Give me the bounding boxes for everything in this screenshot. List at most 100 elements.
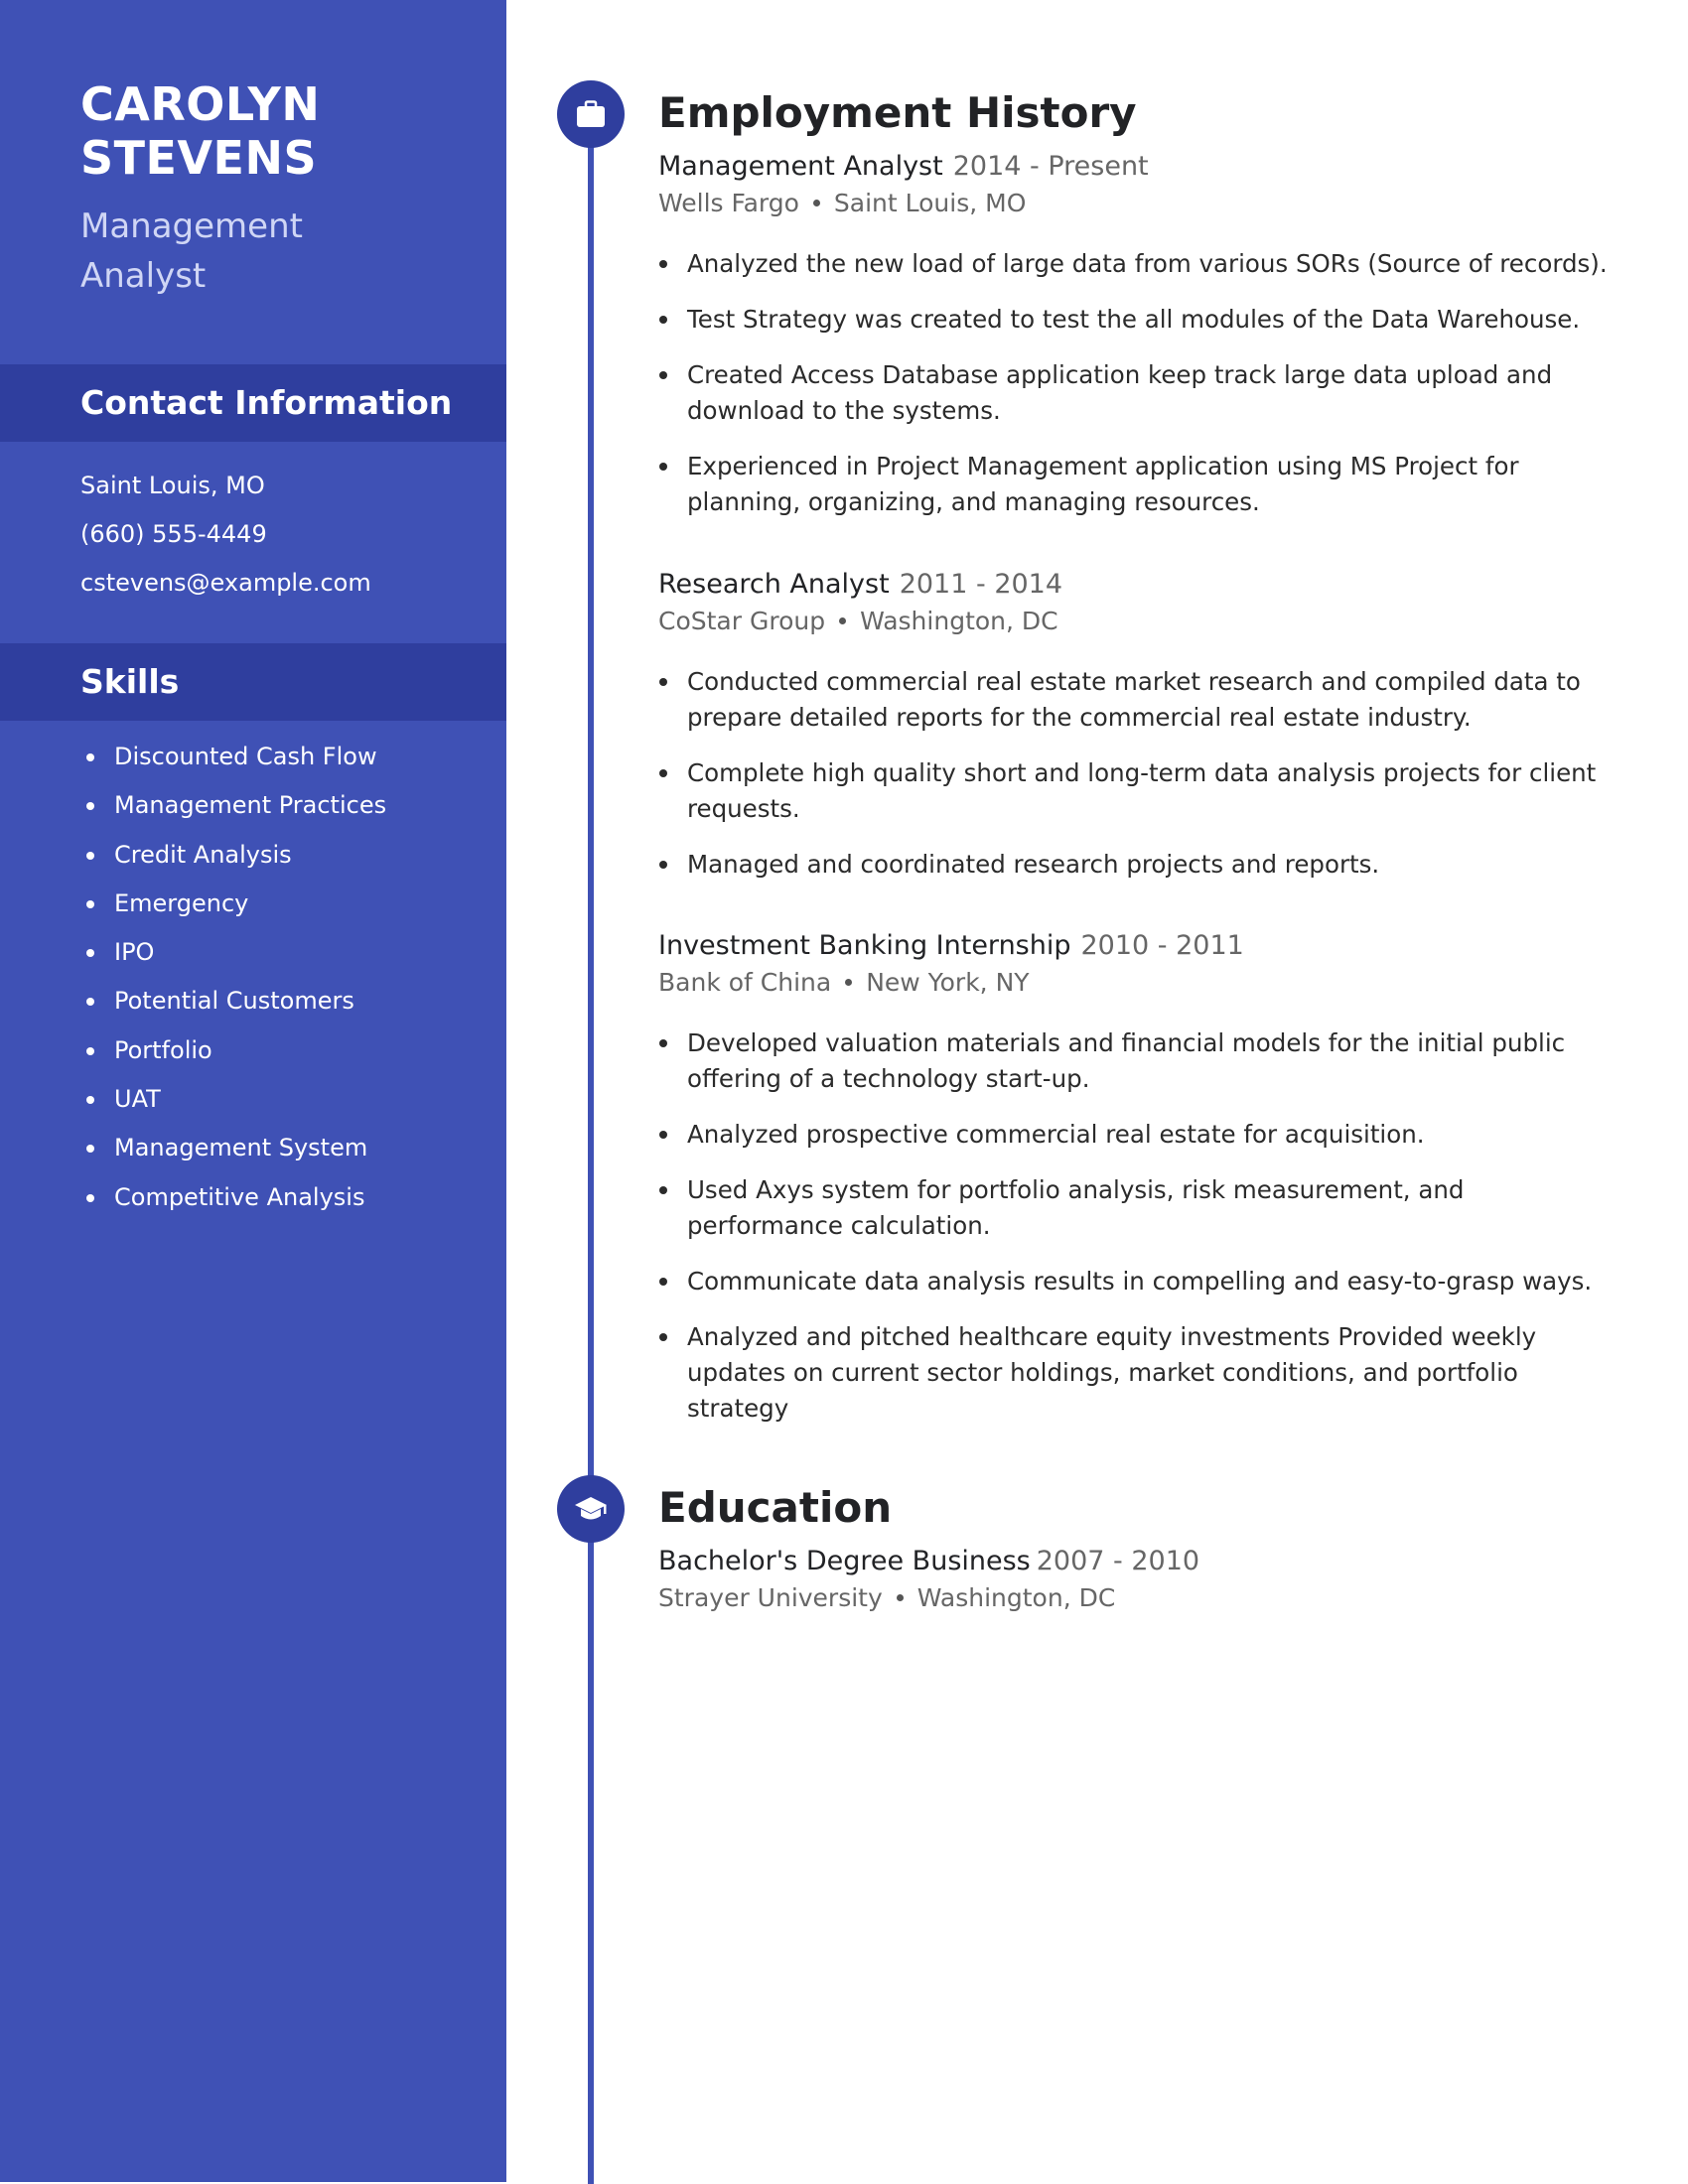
skill-label: Management System (114, 1134, 368, 1162)
job-location: Saint Louis, MO (833, 189, 1027, 217)
bullet-icon (659, 861, 667, 869)
job-entry: Research Analyst 2011 - 2014 CoStar Group… (658, 567, 1631, 902)
bullet-icon (86, 1046, 94, 1055)
contact-heading: Contact Information (80, 383, 453, 422)
skill-label: Discounted Cash Flow (114, 743, 377, 770)
education-school: Strayer University Washington, DC (658, 1579, 1631, 1617)
contact-email[interactable]: cstevens@example.com (80, 559, 371, 608)
skill-item: Competitive Analysis (80, 1173, 386, 1222)
job-dates: 2011 - 2014 (899, 569, 1063, 600)
skill-item: Credit Analysis (80, 831, 386, 880)
bullet-icon (86, 851, 94, 860)
job-title: Research Analyst (658, 569, 890, 600)
bullet-icon (86, 949, 94, 958)
timeline-line (588, 114, 594, 2184)
skill-label: Credit Analysis (114, 840, 292, 869)
candidate-name: CAROLYN STEVENS (80, 77, 478, 185)
bullet-icon (86, 753, 94, 761)
job-bullets: Analyzed the new load of large data from… (658, 246, 1631, 520)
job-bullet: Analyzed the new load of large data from… (658, 246, 1631, 282)
contact-header-band: Contact Information (0, 364, 506, 442)
job-bullet: Created Access Database application keep… (658, 357, 1631, 429)
school-name: Strayer University (658, 1583, 883, 1612)
job-bullet: Developed valuation materials and financ… (658, 1025, 1631, 1097)
bullet-text: Complete high quality short and long-ter… (687, 758, 1597, 823)
company-name: Bank of China (658, 968, 832, 997)
bullet-text: Created Access Database application keep… (687, 360, 1553, 425)
job-bullet: Communicate data analysis results in com… (658, 1264, 1631, 1299)
job-dates: 2014 - Present (952, 151, 1149, 182)
bullet-text: Analyzed prospective commercial real est… (687, 1120, 1425, 1149)
bullet-icon (659, 260, 667, 268)
bullet-icon (86, 802, 94, 811)
bullet-text: Conducted commercial real estate market … (687, 667, 1581, 732)
job-dates: 2010 - 2011 (1080, 930, 1244, 961)
skill-label: Potential Customers (114, 987, 354, 1016)
bullet-icon (86, 1193, 94, 1202)
education-header: Bachelor's Degree Business 2007 - 2010 (658, 1544, 1631, 1579)
separator-dot-icon (896, 1593, 904, 1601)
job-bullet: Used Axys system for portfolio analysis,… (658, 1172, 1631, 1244)
bullet-icon (86, 1096, 94, 1105)
bullet-icon (659, 769, 667, 777)
bullet-icon (86, 998, 94, 1007)
skill-item: Management System (80, 1124, 386, 1172)
job-bullet: Analyzed prospective commercial real est… (658, 1117, 1631, 1153)
title-line: Analyst (80, 256, 207, 296)
skills-list: Discounted Cash Flow Management Practice… (80, 733, 386, 1222)
job-header: Research Analyst 2011 - 2014 (658, 567, 1631, 603)
job-bullets: Developed valuation materials and financ… (658, 1025, 1631, 1427)
company-name: CoStar Group (658, 607, 826, 635)
bullet-icon (659, 1039, 667, 1047)
job-employer: CoStar Group Washington, DC (658, 603, 1631, 640)
skill-item: Discounted Cash Flow (80, 733, 386, 781)
skill-item: Potential Customers (80, 977, 386, 1025)
last-name: STEVENS (80, 131, 318, 185)
education-entry: Bachelor's Degree Business 2007 - 2010 St… (658, 1544, 1631, 1617)
candidate-title: Management Analyst (80, 202, 478, 301)
bullet-text: Analyzed the new load of large data from… (687, 249, 1608, 278)
skill-label: Management Practices (114, 791, 387, 820)
job-bullet: Conducted commercial real estate market … (658, 664, 1631, 736)
job-bullet: Managed and coordinated research project… (658, 847, 1631, 883)
bullet-text: Used Axys system for portfolio analysis,… (687, 1175, 1465, 1240)
separator-dot-icon (812, 199, 820, 206)
bullet-icon (659, 678, 667, 686)
bullet-text: Test Strategy was created to test the al… (687, 305, 1581, 334)
separator-dot-icon (845, 978, 853, 986)
skill-item: IPO (80, 928, 386, 977)
bullet-icon (659, 1278, 667, 1286)
job-bullets: Conducted commercial real estate market … (658, 664, 1631, 883)
first-name: CAROLYN (80, 77, 321, 131)
job-title: Investment Banking Internship (658, 930, 1071, 961)
bullet-text: Developed valuation materials and financ… (687, 1028, 1566, 1093)
bullet-icon (659, 1333, 667, 1341)
bullet-icon (659, 1131, 667, 1139)
job-header: Management Analyst 2014 - Present (658, 149, 1631, 185)
contact-phone[interactable]: (660) 555-4449 (80, 510, 371, 559)
job-location: New York, NY (866, 968, 1030, 997)
employment-section-marker (557, 80, 625, 148)
sidebar: CAROLYN STEVENS Management Analyst Conta… (0, 0, 506, 2182)
briefcase-icon (577, 100, 605, 127)
job-header: Investment Banking Internship 2010 - 2011 (658, 928, 1631, 964)
skills-heading: Skills (80, 662, 180, 701)
bullet-icon (659, 463, 667, 471)
bullet-icon (659, 316, 667, 324)
skills-header-band: Skills (0, 643, 506, 721)
skill-label: Emergency (114, 888, 249, 917)
bullet-icon (659, 1186, 667, 1194)
school-location: Washington, DC (916, 1583, 1116, 1612)
education-dates: 2007 - 2010 (1036, 1546, 1200, 1576)
job-title: Management Analyst (658, 151, 943, 182)
degree: Bachelor's Degree Business (658, 1546, 1031, 1576)
bullet-icon (659, 371, 667, 379)
skill-label: UAT (114, 1085, 161, 1114)
skill-item: Portfolio (80, 1026, 386, 1075)
separator-dot-icon (839, 616, 847, 624)
skill-item: Management Practices (80, 781, 386, 830)
bullet-text: Managed and coordinated research project… (687, 850, 1380, 879)
bullet-icon (86, 899, 94, 908)
job-entry: Investment Banking Internship 2010 - 2011… (658, 928, 1631, 1446)
job-bullet: Complete high quality short and long-ter… (658, 755, 1631, 827)
